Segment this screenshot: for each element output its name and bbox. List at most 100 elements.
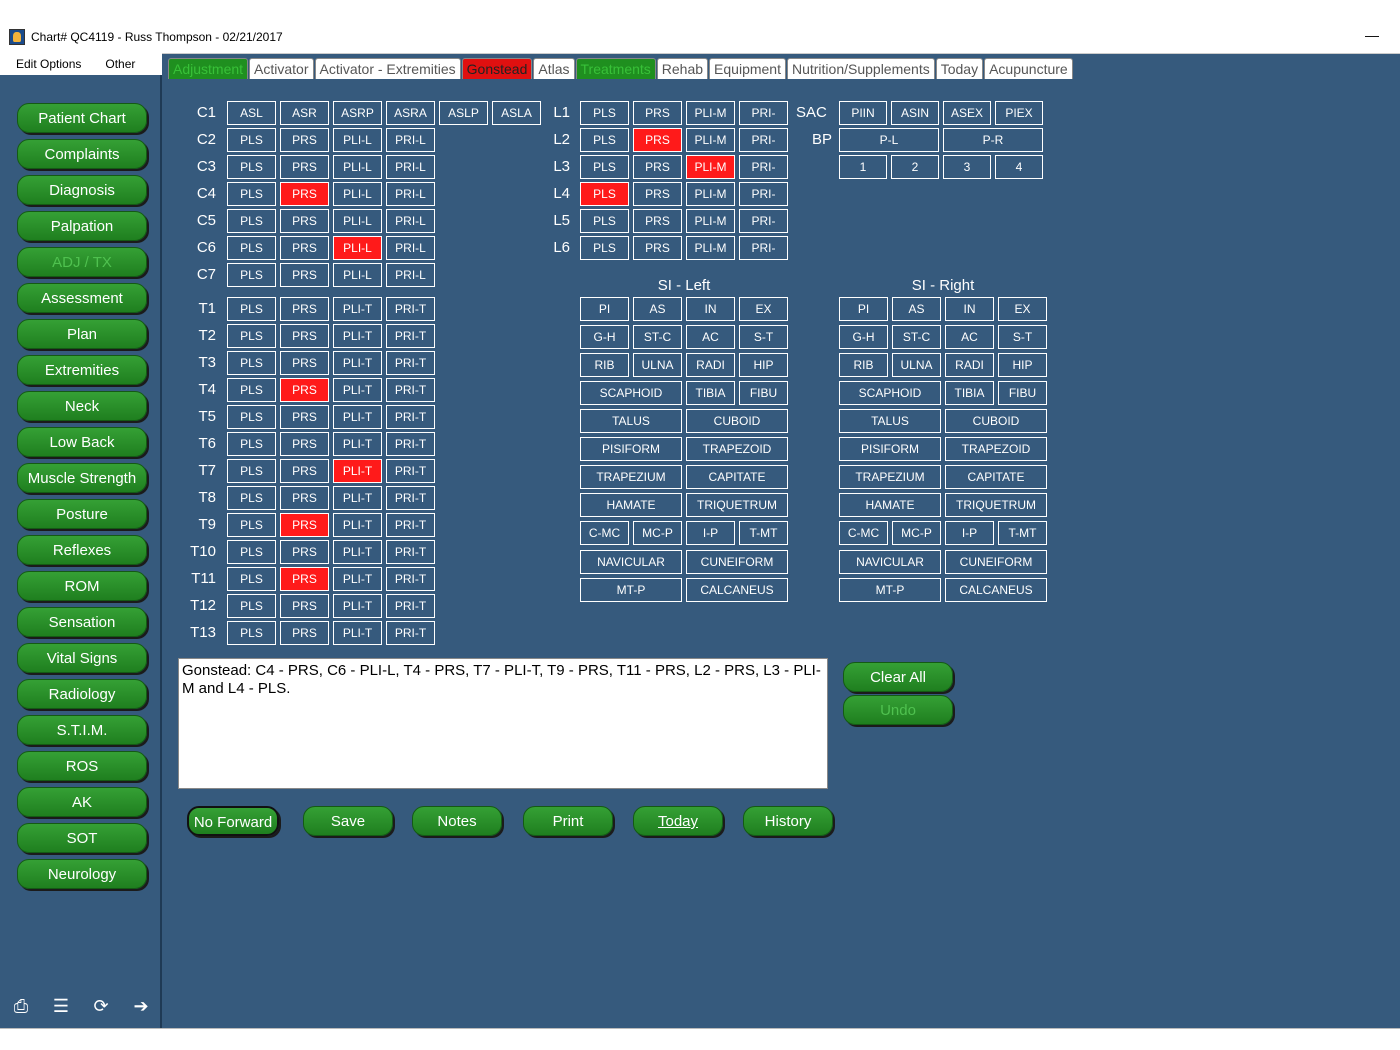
notes-button[interactable]: Notes	[412, 806, 502, 836]
cell-t1-pls[interactable]: PLS	[227, 297, 276, 321]
tab-acupuncture[interactable]: Acupuncture	[984, 58, 1073, 79]
cell-l1-pri[interactable]: PRI-	[739, 101, 788, 125]
cell-l6-prs[interactable]: PRS	[633, 236, 682, 260]
cell-si-left-ac[interactable]: AC	[686, 325, 735, 349]
cell-t8-prs[interactable]: PRS	[280, 486, 329, 510]
cell-si-left-mc-p[interactable]: MC-P	[633, 521, 682, 545]
cell-t6-pri-t[interactable]: PRI-T	[386, 432, 435, 456]
cell-t8-pri-t[interactable]: PRI-T	[386, 486, 435, 510]
cell-si-left-tibia[interactable]: TIBIA	[686, 381, 735, 405]
cell-c6-pli-l[interactable]: PLI-L	[333, 236, 382, 260]
tab-rehab[interactable]: Rehab	[656, 58, 709, 79]
cell-c1-asla[interactable]: ASLA	[492, 101, 541, 125]
cell-si-right-pisiform[interactable]: PISIFORM	[839, 437, 941, 461]
cell-t12-pli-t[interactable]: PLI-T	[333, 594, 382, 618]
sidebar-item-sensation[interactable]: Sensation	[17, 607, 147, 637]
cell-l5-pri[interactable]: PRI-	[739, 209, 788, 233]
cell-c7-pls[interactable]: PLS	[227, 263, 276, 287]
notes-textarea[interactable]	[178, 658, 828, 789]
cell-t3-prs[interactable]: PRS	[280, 351, 329, 375]
cell-l6-pls[interactable]: PLS	[580, 236, 629, 260]
cell-sac-asin[interactable]: ASIN	[891, 101, 939, 125]
sidebar-item-ak[interactable]: AK	[17, 787, 147, 817]
cell-sac-piex[interactable]: PIEX	[995, 101, 1043, 125]
cell-si-left-capitate[interactable]: CAPITATE	[686, 465, 788, 489]
cell-si-right-cuboid[interactable]: CUBOID	[945, 409, 1047, 433]
cell-t11-pls[interactable]: PLS	[227, 567, 276, 591]
cell-si-left-rib[interactable]: RIB	[580, 353, 629, 377]
sidebar-item-reflexes[interactable]: Reflexes	[17, 535, 147, 565]
cell-sac-piin[interactable]: PIIN	[839, 101, 887, 125]
cell-c6-prs[interactable]: PRS	[280, 236, 329, 260]
cell-t5-pli-t[interactable]: PLI-T	[333, 405, 382, 429]
cell-t1-pli-t[interactable]: PLI-T	[333, 297, 382, 321]
cell-c4-pri-l[interactable]: PRI-L	[386, 182, 435, 206]
cell-si-right-trapezoid[interactable]: TRAPEZOID	[945, 437, 1047, 461]
cell-t7-pls[interactable]: PLS	[227, 459, 276, 483]
cell-t10-pri-t[interactable]: PRI-T	[386, 540, 435, 564]
cell-si-right-ac[interactable]: AC	[945, 325, 994, 349]
cell-t8-pli-t[interactable]: PLI-T	[333, 486, 382, 510]
cell-si-right-fibu[interactable]: FIBU	[998, 381, 1047, 405]
cell-c5-prs[interactable]: PRS	[280, 209, 329, 233]
cell-si-left-talus[interactable]: TALUS	[580, 409, 682, 433]
cell-si-right-tibia[interactable]: TIBIA	[945, 381, 994, 405]
cell-t10-pls[interactable]: PLS	[227, 540, 276, 564]
printer-icon[interactable]: ⎙	[10, 995, 32, 1017]
print-button[interactable]: Print	[523, 806, 613, 836]
cell-l3-prs[interactable]: PRS	[633, 155, 682, 179]
sidebar-item-palpation[interactable]: Palpation	[17, 211, 147, 241]
cell-t7-pli-t[interactable]: PLI-T	[333, 459, 382, 483]
clear-all-button[interactable]: Clear All	[843, 662, 953, 692]
cell-l4-pri[interactable]: PRI-	[739, 182, 788, 206]
cell-c6-pls[interactable]: PLS	[227, 236, 276, 260]
cell-t7-pri-t[interactable]: PRI-T	[386, 459, 435, 483]
cell-si-right-capitate[interactable]: CAPITATE	[945, 465, 1047, 489]
cell-t3-pli-t[interactable]: PLI-T	[333, 351, 382, 375]
cell-c3-pli-l[interactable]: PLI-L	[333, 155, 382, 179]
sidebar-item-extremities[interactable]: Extremities	[17, 355, 147, 385]
cell-c7-pri-l[interactable]: PRI-L	[386, 263, 435, 287]
cell-si-right-trapezium[interactable]: TRAPEZIUM	[839, 465, 941, 489]
cell-t1-pri-t[interactable]: PRI-T	[386, 297, 435, 321]
cell-t13-prs[interactable]: PRS	[280, 621, 329, 645]
cell-si-left-i-p[interactable]: I-P	[686, 521, 735, 545]
cell-c1-asl[interactable]: ASL	[227, 101, 276, 125]
cell-si-right-hamate[interactable]: HAMATE	[839, 493, 941, 517]
cell-t12-prs[interactable]: PRS	[280, 594, 329, 618]
sidebar-item-patient-chart[interactable]: Patient Chart	[17, 103, 147, 133]
cell-si-left-ex[interactable]: EX	[739, 297, 788, 321]
tab-nutrition-supplements[interactable]: Nutrition/Supplements	[786, 58, 935, 79]
cell-c4-prs[interactable]: PRS	[280, 182, 329, 206]
refresh-icon[interactable]: ⟳	[90, 995, 112, 1017]
cell-c2-pls[interactable]: PLS	[227, 128, 276, 152]
cell-si-right-ulna[interactable]: ULNA	[892, 353, 941, 377]
cell-c2-pli-l[interactable]: PLI-L	[333, 128, 382, 152]
sidebar-item-rom[interactable]: ROM	[17, 571, 147, 601]
cell-bp-num-2[interactable]: 2	[891, 155, 939, 179]
cell-l3-pls[interactable]: PLS	[580, 155, 629, 179]
cell-t10-prs[interactable]: PRS	[280, 540, 329, 564]
cell-si-right-talus[interactable]: TALUS	[839, 409, 941, 433]
cell-t13-pli-t[interactable]: PLI-T	[333, 621, 382, 645]
cell-bp-p-l[interactable]: P-L	[839, 128, 939, 152]
sidebar-item-sot[interactable]: SOT	[17, 823, 147, 853]
tab-treatments[interactable]: Treatments	[575, 58, 656, 79]
tab-activator[interactable]: Activator	[249, 58, 314, 79]
cell-si-right-ex[interactable]: EX	[998, 297, 1047, 321]
cell-si-right-pi[interactable]: PI	[839, 297, 888, 321]
sidebar-item-complaints[interactable]: Complaints	[17, 139, 147, 169]
cell-c3-pri-l[interactable]: PRI-L	[386, 155, 435, 179]
cell-t1-prs[interactable]: PRS	[280, 297, 329, 321]
today-button[interactable]: Today	[633, 806, 723, 836]
cell-l4-prs[interactable]: PRS	[633, 182, 682, 206]
sidebar-item-neurology[interactable]: Neurology	[17, 859, 147, 889]
cell-c1-asr[interactable]: ASR	[280, 101, 329, 125]
cell-si-left-as[interactable]: AS	[633, 297, 682, 321]
cell-t13-pls[interactable]: PLS	[227, 621, 276, 645]
cell-l6-pli-m[interactable]: PLI-M	[686, 236, 735, 260]
cell-si-left-t-mt[interactable]: T-MT	[739, 521, 788, 545]
cell-si-left-mt-p[interactable]: MT-P	[580, 578, 682, 602]
cell-t3-pri-t[interactable]: PRI-T	[386, 351, 435, 375]
sidebar-item-diagnosis[interactable]: Diagnosis	[17, 175, 147, 205]
